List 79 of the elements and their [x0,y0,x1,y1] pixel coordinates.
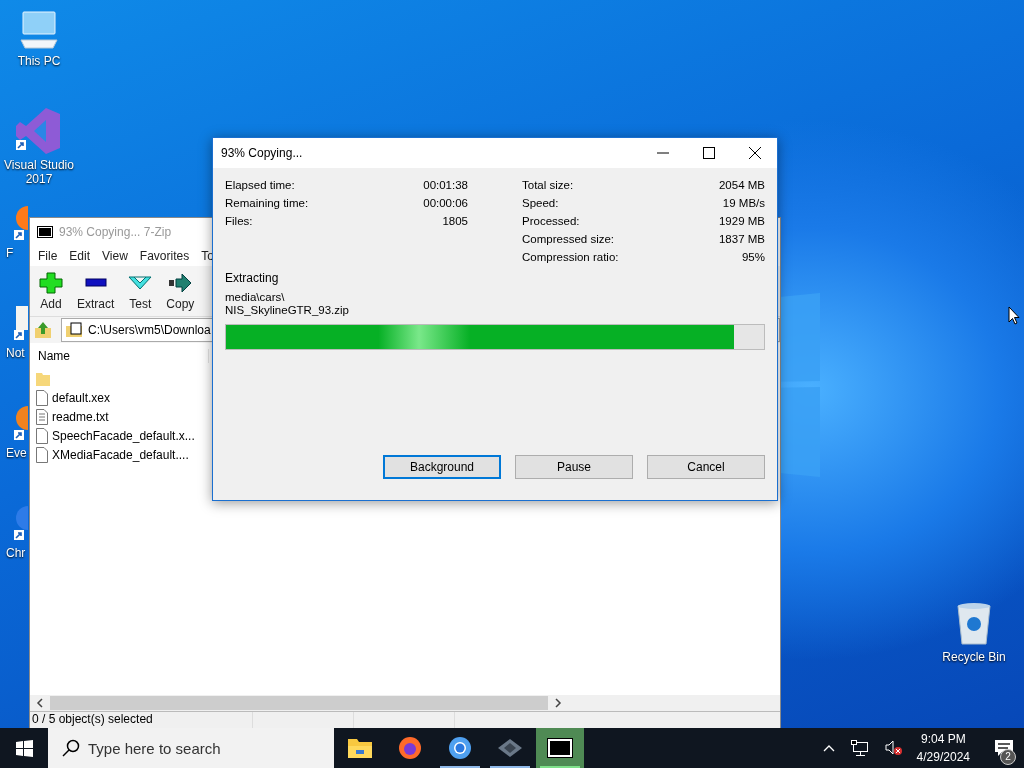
stat-label: Remaining time: [225,197,309,211]
arrow-icon [168,271,193,294]
stat-label: Speed: [522,197,559,211]
up-folder-icon[interactable] [33,320,53,340]
folder-icon [347,737,373,759]
status-text: 0 / 5 object(s) selected [31,712,154,728]
toolbar-button[interactable]: Test [121,271,160,311]
stat-label: Files: [225,215,253,229]
file-icon [36,389,48,406]
windows-logo-icon [15,739,33,757]
app-logo-icon [547,738,573,758]
stat-value: 19 MB/s [722,197,765,211]
stat-label: Processed: [522,215,580,229]
notification-count: 2 [1000,749,1016,765]
file-icon [36,427,48,444]
stat-value: 00:00:06 [423,197,468,211]
stat-value: 1929 MB [718,215,765,229]
file-path: NIS_SkylineGTR_93.zip [225,304,350,317]
file-name[interactable]: SpeechFacade_default.x... [52,428,195,443]
speaker-icon[interactable] [884,740,903,756]
horizontal-scrollbar[interactable] [30,695,780,711]
desktop-icon-label: Recycle Bin [941,650,1007,664]
text-file-icon [36,408,48,425]
clock-date[interactable]: 4/29/2024 [916,748,970,766]
globe-icon [398,736,422,760]
circle-icon [448,736,472,760]
menu-item[interactable]: Favorites [133,249,196,263]
archive-icon [65,322,83,338]
clock-time[interactable]: 9:04 PM [920,730,966,748]
scroll-left-icon[interactable] [36,698,44,708]
folder-icon [36,370,50,387]
search-field[interactable]: Type here to search [48,728,334,768]
search-icon [62,739,80,757]
app-logo-icon [37,226,53,238]
toolbar-button[interactable]: Add [32,271,70,311]
desktop-icon-label: Chr [6,546,26,560]
computer-icon[interactable] [17,8,61,52]
stat-label: Compression ratio: [522,251,619,265]
stat-value: 00:01:38 [423,179,468,193]
dialog-button[interactable]: Cancel [647,455,765,479]
diamond-icon [497,738,523,758]
stat-value: 95% [741,251,765,265]
file-icon [36,446,48,463]
stat-value: 1837 MB [718,233,765,247]
visual-studio-icon[interactable] [16,106,62,156]
recycle-bin-icon[interactable] [954,602,994,646]
file-path: media\cars\ [225,291,286,304]
file-name[interactable]: XMediaFacade_default.... [52,447,189,462]
stat-value: 2054 MB [718,179,765,193]
stat-label: Compressed size: [522,233,615,247]
window-title: 93% Copying... 7-Zip [59,225,172,239]
desktop-icon-label: This PC [16,54,62,68]
dialog-button[interactable]: Pause [515,455,633,479]
network-icon[interactable] [850,740,869,756]
file-name[interactable]: default.xex [52,390,111,405]
toolbar-button[interactable]: Extract [70,271,122,311]
close-icon[interactable] [749,147,761,159]
stat-label: Total size: [522,179,574,193]
desktop-icon-label: F [6,246,14,260]
desktop-icon-label: Not [6,346,25,360]
chevron-up-icon[interactable] [822,744,835,752]
scroll-right-icon[interactable] [554,698,562,708]
menu-item[interactable]: View [96,249,134,263]
dialog-title: 93% Copying... [221,146,303,160]
column-header[interactable]: Name [36,349,209,363]
taskbar-app[interactable] [536,728,584,768]
maximize-icon[interactable] [703,147,715,159]
stat-label: Elapsed time: [225,179,295,193]
desktop-icon-label: Eve [6,446,27,460]
stat-value: 1805 [442,215,468,229]
toolbar-button[interactable]: Copy [159,271,202,311]
operation-label: Extracting [225,271,280,287]
file-name[interactable]: readme.txt [52,409,109,424]
desktop-icon-label: Visual Studio 2017 [3,158,75,186]
dialog-button[interactable]: Background [383,455,501,479]
menu-item[interactable]: Edit [63,249,97,263]
cursor-icon [1008,306,1020,325]
plus-icon [39,271,63,294]
menu-item[interactable]: File [32,249,64,263]
